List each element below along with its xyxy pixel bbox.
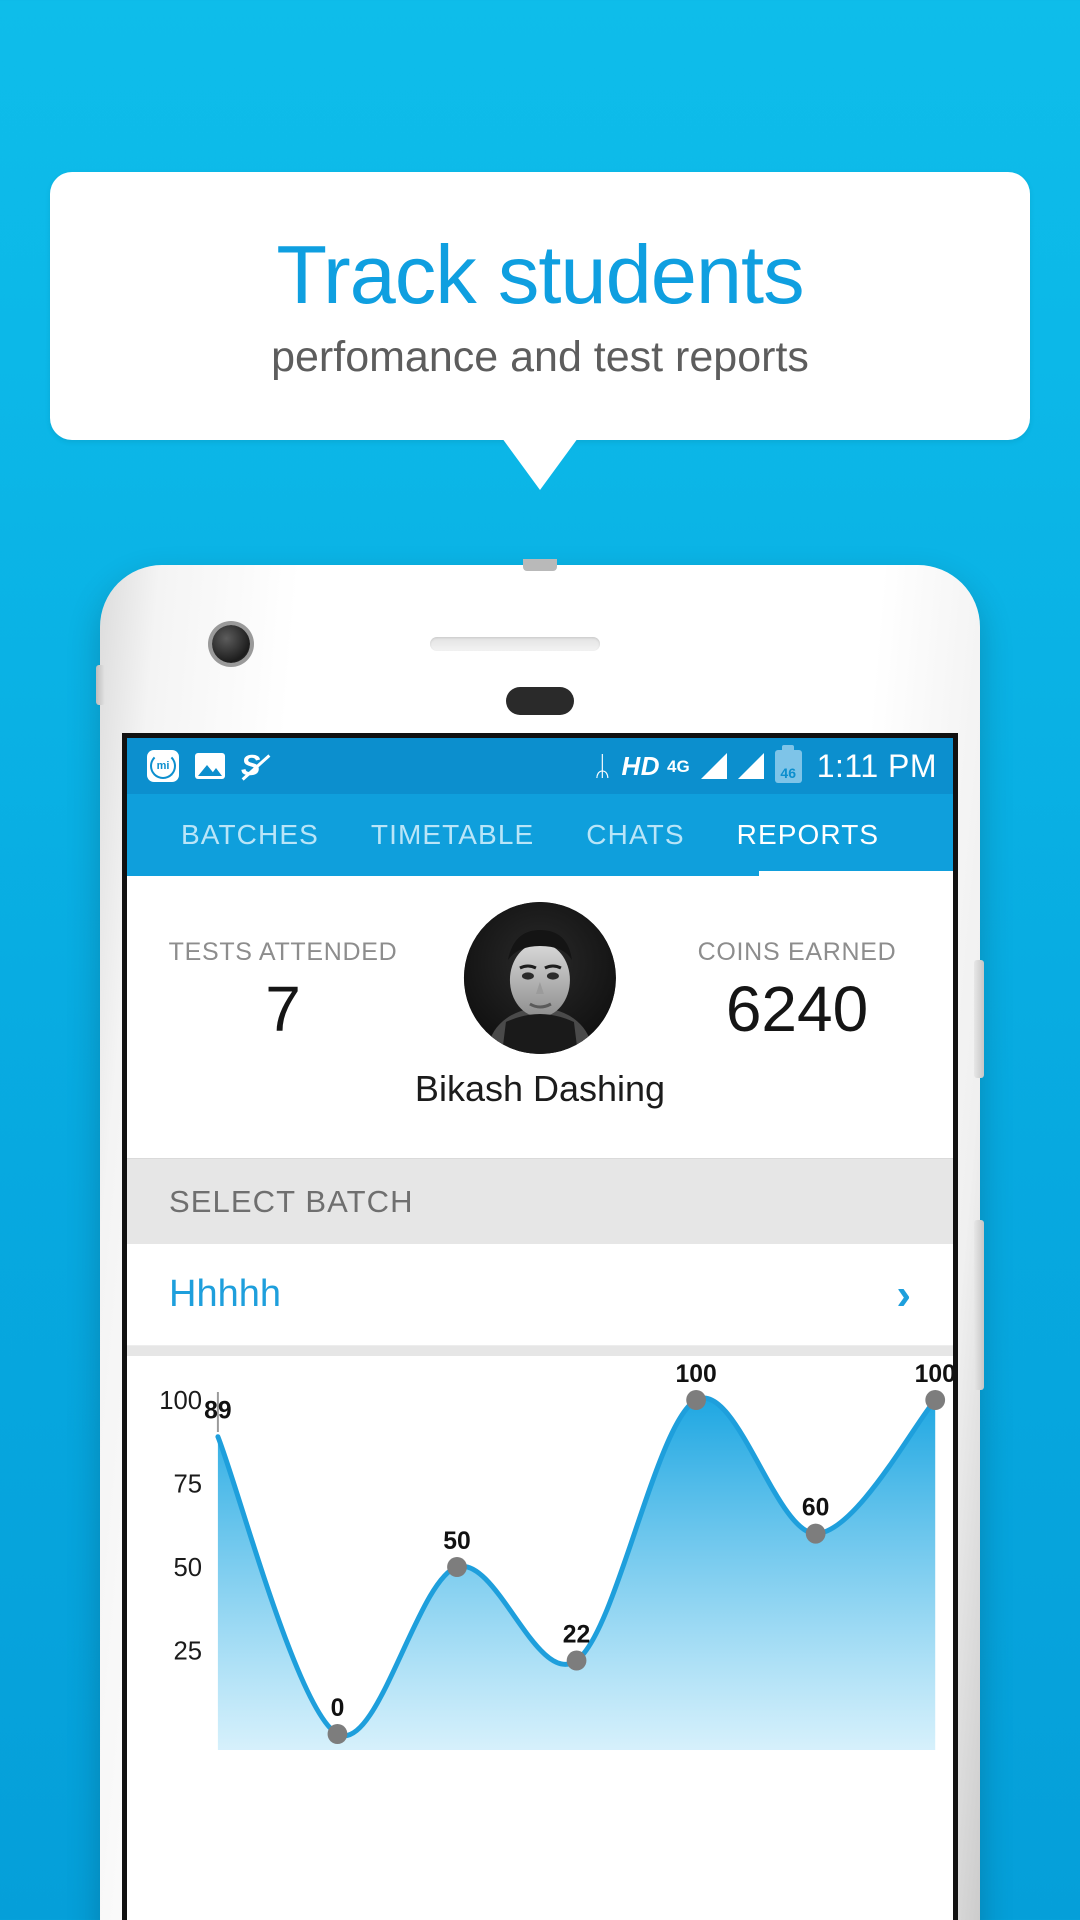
y-axis-tick-label: 75 <box>174 1470 203 1498</box>
tab-timetable[interactable]: TIMETABLE <box>345 794 560 876</box>
phone-screen: mi S ᛦ HD 4G 46 1:11 PM BATCHES TIMETABL… <box>122 733 958 1920</box>
chart-data-point[interactable] <box>327 1724 348 1744</box>
stat-tests-attended: TESTS ATTENDED 7 <box>163 938 403 1041</box>
mi-app-label: mi <box>156 759 170 772</box>
y-axis-tick-label: 25 <box>174 1637 203 1665</box>
performance-chart-svg: 100 75 50 25 89 0 50 22 100 60 100 <box>159 1361 953 1750</box>
status-bar-left-icons: mi S <box>147 750 260 782</box>
tests-attended-label: TESTS ATTENDED <box>168 938 398 966</box>
selected-batch-name: Hhhhh <box>169 1273 281 1315</box>
status-bar-clock: 1:11 PM <box>816 747 937 784</box>
coins-earned-value: 6240 <box>725 973 869 1045</box>
chart-data-point[interactable] <box>566 1650 587 1671</box>
chart-point-label: 0 <box>331 1695 345 1722</box>
select-batch-header: SELECT BATCH <box>127 1158 953 1244</box>
chart-point-label: 22 <box>563 1621 590 1648</box>
promo-title: Track students <box>276 228 804 321</box>
status-bar: mi S ᛦ HD 4G 46 1:11 PM <box>127 738 953 794</box>
profile-avatar-block: Bikash Dashing <box>415 902 665 1110</box>
stat-coins-earned: COINS EARNED 6240 <box>677 938 917 1041</box>
mi-app-icon: mi <box>147 750 179 782</box>
profile-summary: TESTS ATTENDED 7 Bikash Dashing COINS EA… <box>127 876 953 1158</box>
signal-bars-icon <box>700 753 727 779</box>
battery-icon: 46 <box>774 749 802 783</box>
phone-top-notch <box>523 559 557 571</box>
power-button[interactable] <box>974 1220 984 1390</box>
chart-data-point[interactable] <box>686 1390 706 1410</box>
y-axis-tick-label: 50 <box>174 1554 203 1582</box>
tab-bar: BATCHES TIMETABLE CHATS REPORTS <box>127 794 953 876</box>
performance-chart: 100 75 50 25 89 0 50 22 100 60 100 <box>127 1356 953 1760</box>
battery-level-label: 46 <box>780 764 796 781</box>
batch-selector-row[interactable]: Hhhhh › <box>127 1244 953 1346</box>
user-name: Bikash Dashing <box>414 1068 666 1109</box>
chart-point-label: 50 <box>443 1528 470 1555</box>
avatar[interactable] <box>463 902 616 1054</box>
y-axis-tick-label: 100 <box>159 1387 202 1415</box>
hd-voice-label: HD <box>621 750 661 781</box>
coins-earned-label: COINS EARNED <box>697 938 897 966</box>
user-photo-avatar <box>463 902 616 1054</box>
chart-point-label: 89 <box>204 1398 231 1425</box>
volume-button[interactable] <box>974 960 984 1078</box>
network-type-label: 4G <box>667 756 690 776</box>
tests-attended-value: 7 <box>265 973 301 1045</box>
tab-chats[interactable]: CHATS <box>560 794 710 876</box>
front-camera-icon <box>212 625 250 663</box>
promo-bubble: Track students perfomance and test repor… <box>50 172 1030 440</box>
chart-point-label: 60 <box>802 1494 829 1521</box>
status-bar-right-icons: ᛦ HD 4G 46 1:11 PM <box>594 748 937 785</box>
tab-reports[interactable]: REPORTS <box>711 794 906 876</box>
chart-data-point[interactable] <box>925 1390 946 1410</box>
phone-mockup: mi S ᛦ HD 4G 46 1:11 PM BATCHES TIMETABL… <box>96 559 984 1920</box>
promo-subtitle: perfomance and test reports <box>271 333 809 381</box>
promo-bubble-tail <box>502 438 578 490</box>
tab-batches[interactable]: BATCHES <box>155 794 345 876</box>
earpiece-speaker <box>430 637 600 651</box>
chart-point-label: 100 <box>915 1361 953 1388</box>
chart-point-label: 100 <box>676 1361 717 1388</box>
chart-data-point[interactable] <box>805 1523 826 1544</box>
screenshot-image-icon <box>195 753 225 779</box>
sync-disabled-icon: S <box>241 749 261 782</box>
chevron-right-icon[interactable]: › <box>896 1272 911 1317</box>
chart-area-fill <box>217 1398 936 1750</box>
proximity-sensor <box>506 687 574 715</box>
sim-tray <box>96 665 105 705</box>
bluetooth-icon: ᛦ <box>594 750 611 781</box>
signal-bars-icon-2 <box>737 753 764 779</box>
chart-data-point[interactable] <box>447 1557 467 1577</box>
select-batch-label: SELECT BATCH <box>169 1183 414 1219</box>
chart-divider <box>127 1346 953 1356</box>
